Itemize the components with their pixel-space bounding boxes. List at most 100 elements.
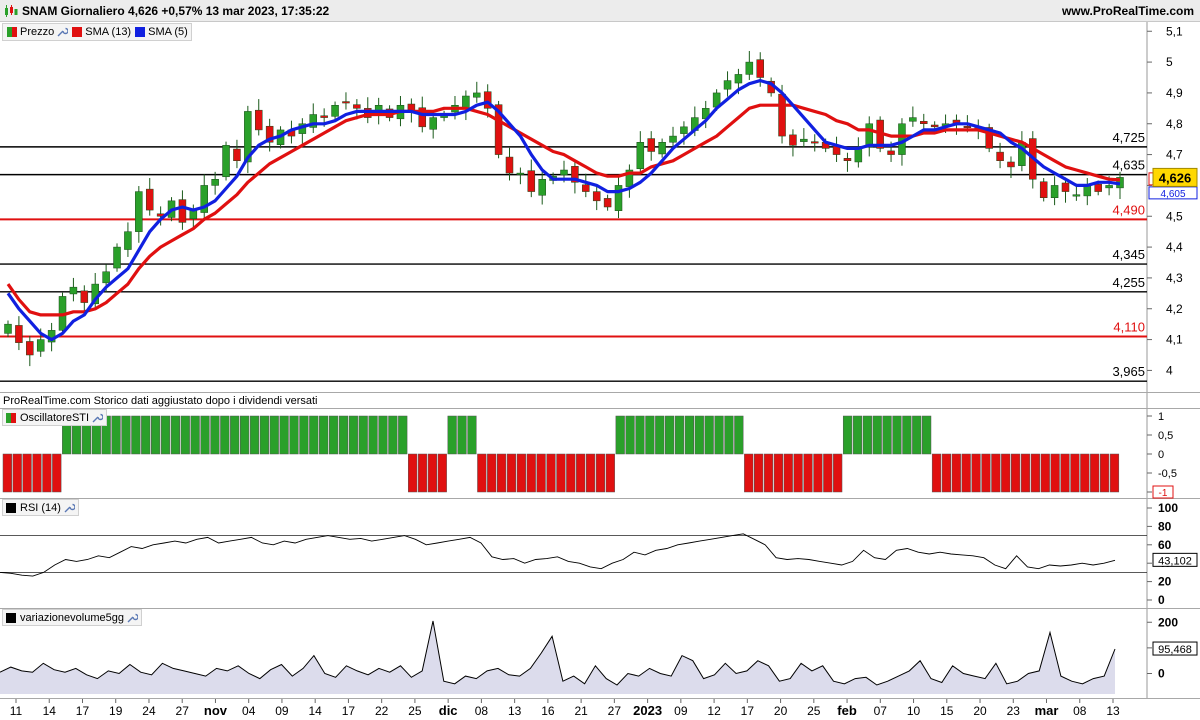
sti-bar	[585, 453, 596, 493]
volume-panel-label: variazionevolume5gg	[2, 609, 142, 626]
candle-body	[909, 117, 917, 122]
sti-bar	[1109, 453, 1120, 493]
sti-bar	[1050, 453, 1060, 493]
sti-bar	[348, 415, 358, 455]
candle-body	[429, 117, 437, 130]
candle-body	[582, 184, 590, 192]
time-axis-label: dic	[439, 703, 458, 718]
candle-body	[4, 323, 12, 334]
site-link[interactable]: www.ProRealTime.com	[1062, 4, 1194, 18]
time-axis-label: 15	[940, 704, 954, 718]
rsi-axis-label: 100	[1158, 501, 1178, 515]
sti-bar	[2, 453, 12, 493]
rsi-title: RSI (14)	[20, 501, 61, 514]
sti-bar	[319, 415, 329, 455]
sti-bar	[249, 415, 260, 455]
sti-bar	[52, 453, 62, 493]
sti-bar	[279, 415, 289, 455]
candle-body	[843, 158, 852, 162]
sti-bar	[368, 415, 378, 455]
candle-body	[963, 125, 972, 128]
sti-bar	[506, 453, 517, 493]
sti-bar	[635, 415, 645, 455]
wrench-icon[interactable]	[56, 26, 69, 38]
candle-body	[636, 142, 645, 170]
time-axis-label: nov	[204, 703, 228, 718]
candle-body	[723, 80, 732, 90]
sti-bar	[862, 415, 872, 455]
candle-body	[854, 148, 863, 163]
candle-body	[1061, 182, 1070, 192]
time-axis-label: 11	[10, 704, 23, 718]
sti-bar	[269, 415, 279, 455]
sti-bar	[754, 453, 764, 493]
candle-body	[102, 271, 110, 284]
rsi-last-value: 43,102	[1158, 555, 1192, 567]
sti-bar	[32, 453, 42, 493]
candle-body	[810, 141, 819, 144]
candle-body	[930, 124, 939, 128]
sti-bar	[170, 415, 180, 455]
sti-bar	[842, 415, 853, 455]
sti-bar	[200, 415, 210, 455]
sti-bar	[259, 415, 269, 455]
sti-bar	[813, 453, 823, 493]
sti-bar	[516, 453, 526, 493]
candle-body	[865, 123, 874, 148]
candle-body	[211, 179, 219, 186]
prorealtime-app: 5,154,94,84,74,64,54,44,34,24,144,7254,6…	[0, 0, 1200, 720]
sti-bar	[991, 453, 1001, 493]
wrench-icon[interactable]	[126, 612, 138, 624]
data-note: ProRealTime.com Storico dati aggiustato …	[3, 395, 318, 407]
time-axis-label: 12	[707, 704, 721, 718]
time-axis-label: 2023	[633, 703, 662, 718]
sti-bar	[141, 415, 151, 455]
sti-bar	[872, 415, 882, 455]
sti-bar	[1080, 453, 1090, 493]
candle-body	[80, 290, 89, 303]
sti-bar	[724, 415, 734, 455]
sti-bar	[803, 453, 813, 493]
sti-bar	[358, 415, 368, 455]
time-axis-label: 08	[1073, 704, 1087, 718]
prezzo-swatch	[7, 27, 17, 37]
candle-body	[614, 185, 623, 211]
rsi-axis-label: 80	[1158, 519, 1172, 533]
candle-body	[69, 286, 78, 295]
sti-bar	[437, 453, 447, 493]
sti-bar	[1040, 453, 1050, 493]
sti-bar	[121, 415, 131, 455]
sti-bar	[289, 415, 299, 455]
sti-bar	[902, 415, 912, 455]
sma5-last-value: 4,605	[1160, 189, 1185, 200]
candle-body	[473, 92, 481, 98]
candle-body	[1050, 185, 1059, 199]
rsi-axis-label: 0	[1158, 593, 1165, 607]
wrench-icon[interactable]	[63, 502, 75, 514]
candle-body	[734, 74, 743, 84]
candle-body	[778, 93, 786, 137]
sti-bar	[912, 415, 922, 455]
sti-bar	[823, 453, 833, 493]
sti-bar	[595, 453, 606, 493]
sti-bar	[388, 415, 398, 455]
time-axis-label: 10	[907, 704, 921, 718]
time-axis-label: 27	[608, 704, 622, 718]
sti-last-value: -1	[1159, 488, 1168, 499]
price-axis-label: 4,7	[1166, 148, 1183, 162]
candle-body	[756, 59, 764, 78]
candle-body	[1007, 161, 1015, 168]
sti-bar	[951, 453, 961, 493]
price-axis-label: 4,1	[1166, 333, 1183, 347]
sti-bar	[655, 415, 665, 455]
sti-bar	[961, 453, 971, 493]
wrench-icon[interactable]	[91, 412, 104, 424]
rsi-swatch	[6, 502, 16, 513]
price-level-label: 4,635	[1112, 158, 1145, 173]
time-axis-label: 20	[973, 704, 987, 718]
sti-bar	[299, 415, 309, 455]
sti-bar	[892, 415, 902, 455]
time-axis-label: 07	[874, 704, 888, 718]
chart-title: SNAM Giornaliero 4,626 +0,57% 13 mar 202…	[22, 4, 330, 18]
candle-body	[36, 339, 45, 352]
